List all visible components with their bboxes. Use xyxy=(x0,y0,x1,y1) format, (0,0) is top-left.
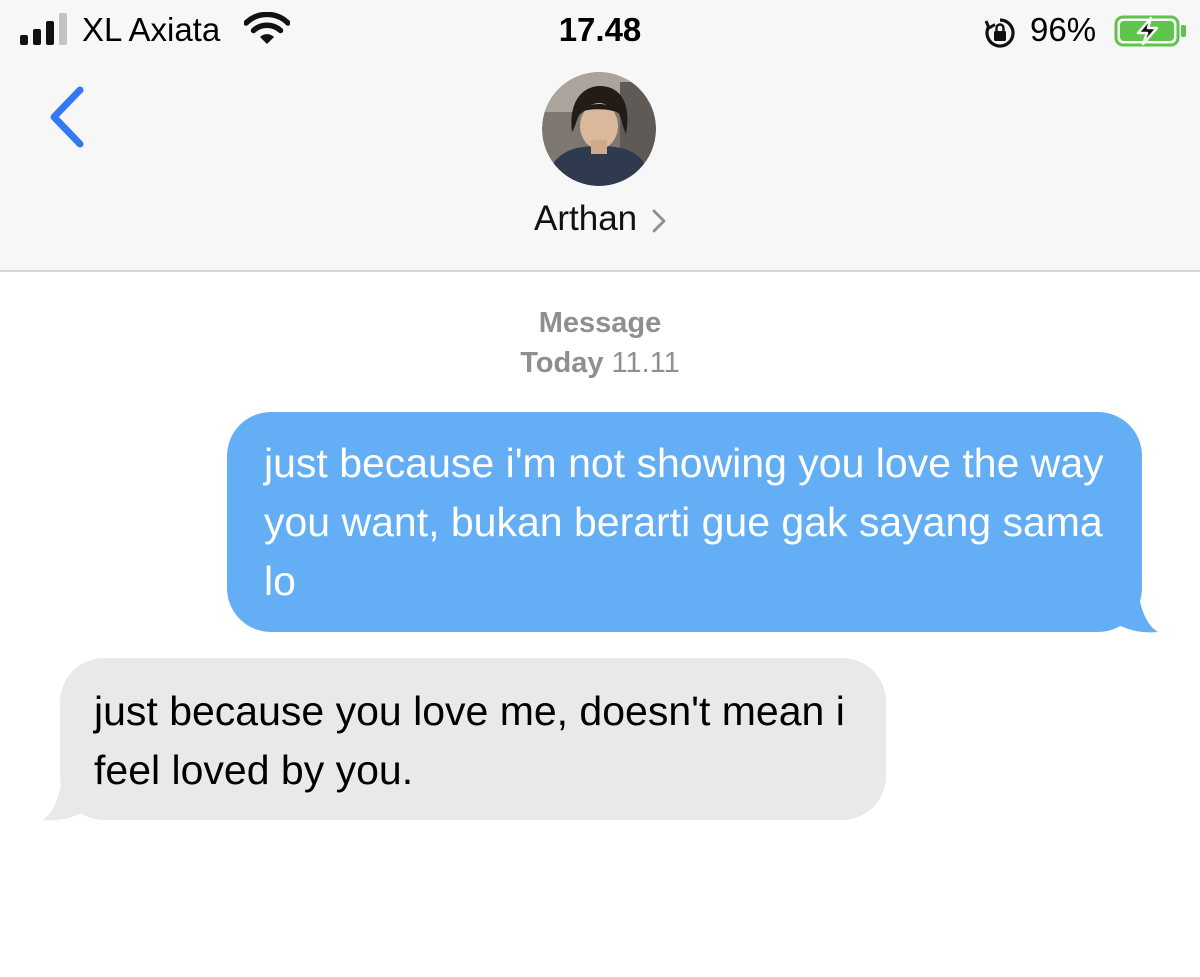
back-button[interactable] xyxy=(44,84,90,150)
status-time: 17.48 xyxy=(558,11,642,48)
chevron-right-icon xyxy=(652,209,666,233)
timestamp-day: Today xyxy=(520,347,604,379)
service-label: Message xyxy=(538,307,662,339)
message-timestamp: Today 11.11 xyxy=(0,344,1200,382)
carrier-name: XL Axiata xyxy=(82,11,221,48)
signal-icon xyxy=(20,13,67,45)
contact-name-button[interactable]: Arthan xyxy=(534,196,667,242)
wifi-icon xyxy=(244,12,290,44)
contact-avatar[interactable] xyxy=(542,72,656,186)
battery-percentage: 96% xyxy=(1030,11,1097,48)
conversation-header: XL Axiata 17.48 96% Arthan xyxy=(0,0,1200,272)
outgoing-message-bubble[interactable]: just because i'm not showing you love th… xyxy=(227,412,1142,632)
battery-charging-icon xyxy=(1114,15,1186,47)
status-bar: XL Axiata 17.48 96% xyxy=(0,0,1200,60)
contact-name: Arthan xyxy=(534,199,638,238)
incoming-message-bubble[interactable]: just because you love me, doesn't mean i… xyxy=(60,658,886,820)
orientation-lock-icon xyxy=(984,18,1015,48)
timestamp-time: 11.11 xyxy=(611,347,680,379)
